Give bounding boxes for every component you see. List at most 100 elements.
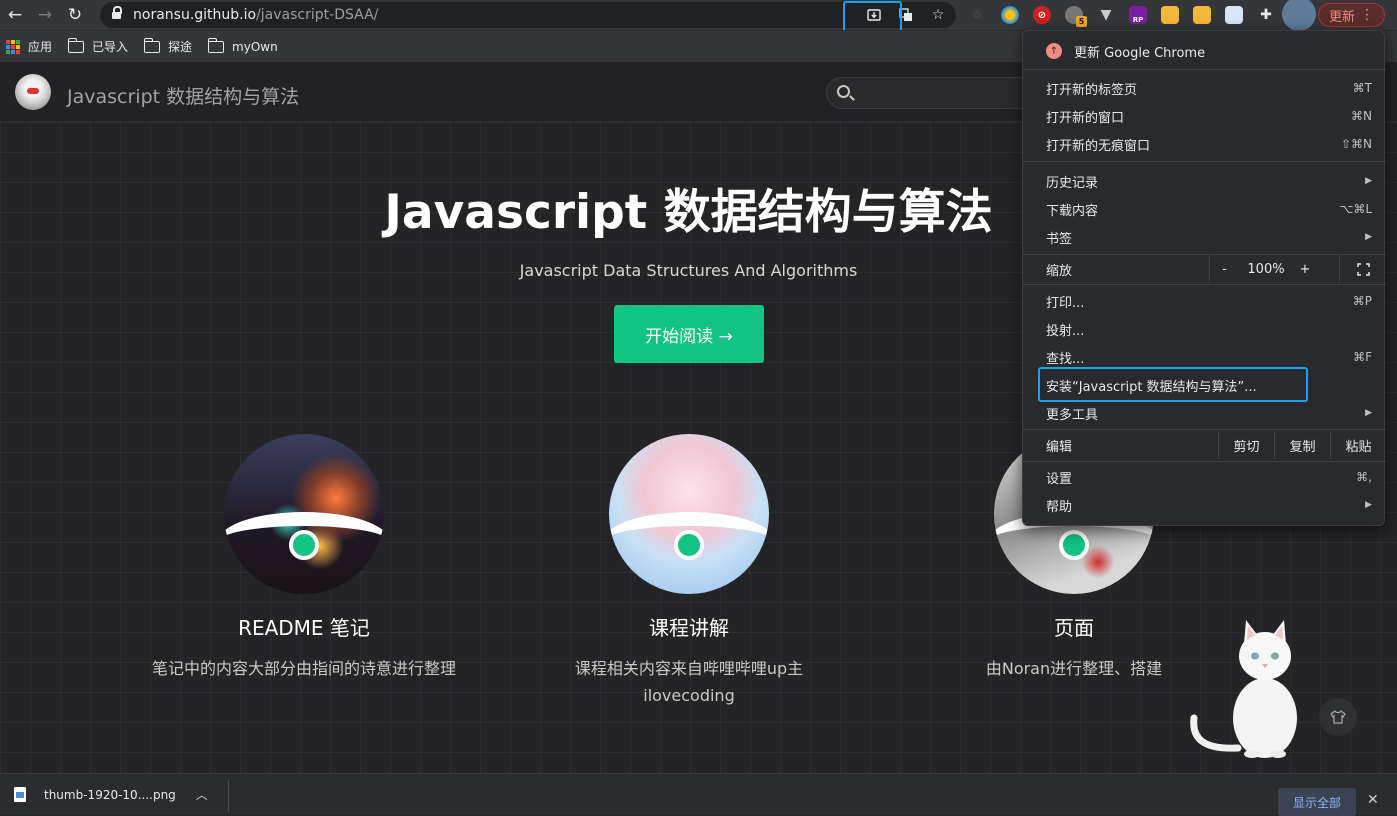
url-path: /javascript-DSAA/ [256,7,379,23]
menu-settings[interactable]: 设置 ⌘, [1023,463,1386,491]
menu-divider [1023,461,1386,462]
feature-dot [289,530,319,560]
paste-button[interactable]: 粘贴 [1330,431,1386,459]
menu-print[interactable]: 打印... ⌘P [1023,287,1386,315]
close-icon[interactable]: ✕ [1367,792,1379,808]
menu-shortcut: ⇧⌘N [1340,137,1372,151]
menu-label: 帮助 [1046,499,1073,515]
lock-icon[interactable] [112,6,122,20]
vue-extension-icon[interactable]: ▼ [1097,6,1115,24]
bookmark-star-icon[interactable]: ☆ [928,5,948,25]
download-bar: thumb-1920-10....png ︿ 显示全部 ✕ [0,773,1397,816]
fullscreen-icon[interactable] [1339,255,1386,283]
menu-shortcut: ⌘N [1351,109,1372,123]
feature-desc: 由Noran进行整理、搭建 [985,659,1163,678]
bookmark-apps[interactable]: 应用 [6,38,52,55]
browser-toolbar: ← → ↻ noransu.github.io/javascript-DSAA/… [0,0,1397,40]
copy-button[interactable]: 复制 [1274,431,1330,459]
menu-new-tab[interactable]: 打开新的标签页 ⌘T [1023,74,1386,102]
menu-label: 投射... [1046,323,1085,339]
install-item-highlight [1038,367,1308,402]
submenu-arrow-icon: ▶ [1365,408,1372,418]
update-label: 更新 [1329,9,1356,25]
submenu-arrow-icon: ▶ [1365,176,1372,186]
bookmark-folder-imported[interactable]: 已导入 [67,37,128,55]
apps-grid-icon [6,39,20,54]
cut-button[interactable]: 剪切 [1218,431,1274,459]
menu-divider [1023,429,1386,430]
recycle-extension-icon[interactable]: ♲ [968,6,986,24]
url-host: noransu.github.io [133,7,257,23]
hex-extension-icon-2[interactable] [1193,6,1211,24]
menu-shortcut: ⌘P [1352,294,1372,308]
reload-button[interactable]: ↻ [60,0,90,30]
site-search-input[interactable] [826,77,1046,109]
menu-label: 书签 [1046,231,1073,247]
menu-label: 打开新的无痕窗口 [1046,138,1151,154]
update-chrome-button[interactable]: 更新 ⋮ [1318,3,1385,27]
menu-label: 历史记录 [1046,175,1099,191]
menu-bookmarks[interactable]: 书签 ▶ [1023,223,1386,251]
menu-history[interactable]: 历史记录 ▶ [1023,167,1386,195]
feature-image-anime [609,434,769,594]
chevron-up-icon[interactable]: ︿ [196,786,208,803]
start-reading-button[interactable]: 开始阅读 → [614,305,764,363]
cube-extension-icon[interactable] [1225,6,1243,24]
menu-label: 打开新的窗口 [1046,110,1125,126]
feature-dot [1059,530,1089,560]
zoom-out-button[interactable]: - [1209,255,1239,283]
menu-shortcut: ⌘F [1353,350,1372,364]
forward-button[interactable]: → [30,0,60,30]
bookmark-label: 应用 [28,40,53,54]
back-button[interactable]: ← [0,0,30,30]
profile-avatar[interactable] [1282,0,1316,31]
menu-help[interactable]: 帮助 ▶ [1023,491,1386,519]
colorful-extension-icon[interactable] [1001,6,1019,24]
menu-zoom-row: 缩放 - 100% + [1023,255,1386,283]
feature-course: 课程讲解 课程相关内容来自哔哩哔哩up主 ilovecoding [529,434,849,709]
puzzle-extensions-icon[interactable]: ✚ [1257,6,1275,24]
menu-divider [1023,284,1386,285]
feature-dot [674,530,704,560]
feature-title: README 笔记 [238,616,370,640]
rp-extension-icon[interactable]: RP [1129,6,1147,24]
folder-icon [143,37,161,53]
theme-shirt-button[interactable] [1319,698,1357,736]
bookmark-folder-myown[interactable]: myOwn [207,37,278,54]
menu-shortcut: ⌘, [1356,470,1372,484]
image-file-icon [14,787,26,802]
menu-label: 更多工具 [1046,407,1099,423]
chrome-menu: ↑ 更新 Google Chrome 打开新的标签页 ⌘T 打开新的窗口 ⌘N … [1022,30,1386,526]
menu-more-tools[interactable]: 更多工具 ▶ [1023,399,1386,427]
cat-mascot-image[interactable] [1190,618,1305,758]
feature-readme: README 笔记 笔记中的内容大部分由指间的诗意进行整理 [144,434,464,682]
site-nav-title[interactable]: Javascript 数据结构与算法 [67,82,299,109]
menu-label: 缩放 [1046,263,1073,279]
red-extension-icon[interactable]: ⊘ [1033,6,1051,24]
site-logo[interactable] [15,74,51,110]
menu-incognito-window[interactable]: 打开新的无痕窗口 ⇧⌘N [1023,130,1386,158]
bookmark-label: myOwn [232,39,278,54]
menu-downloads[interactable]: 下载内容 ⌥⌘L [1023,195,1386,223]
download-filename[interactable]: thumb-1920-10....png [44,788,176,802]
menu-label: 下载内容 [1046,203,1099,219]
menu-shortcut: ⌥⌘L [1339,202,1372,216]
feature-desc: 课程相关内容来自哔哩哔哩up主 ilovecoding [574,659,804,705]
menu-divider [1023,161,1386,162]
menu-dots-icon[interactable]: ⋮ [1360,6,1374,24]
show-all-downloads-button[interactable]: 显示全部 [1278,788,1356,816]
menu-new-window[interactable]: 打开新的窗口 ⌘N [1023,102,1386,130]
hex-extension-icon[interactable] [1161,6,1179,24]
submenu-arrow-icon: ▶ [1365,232,1372,242]
feature-title: 课程讲解 [649,616,729,640]
zoom-level: 100% [1247,261,1285,277]
bookmark-label: 探途 [168,40,193,54]
bookmark-folder-tantu[interactable]: 探途 [143,37,193,55]
menu-label: 编辑 [1046,439,1073,455]
menu-cast[interactable]: 投射... [1023,315,1386,343]
update-arrow-icon: ↑ [1046,43,1062,59]
address-bar[interactable]: noransu.github.io/javascript-DSAA/ ☆ [100,2,956,28]
menu-update-chrome[interactable]: ↑ 更新 Google Chrome [1023,37,1386,65]
menu-label: 设置 [1046,471,1073,487]
zoom-in-button[interactable]: + [1293,255,1317,283]
